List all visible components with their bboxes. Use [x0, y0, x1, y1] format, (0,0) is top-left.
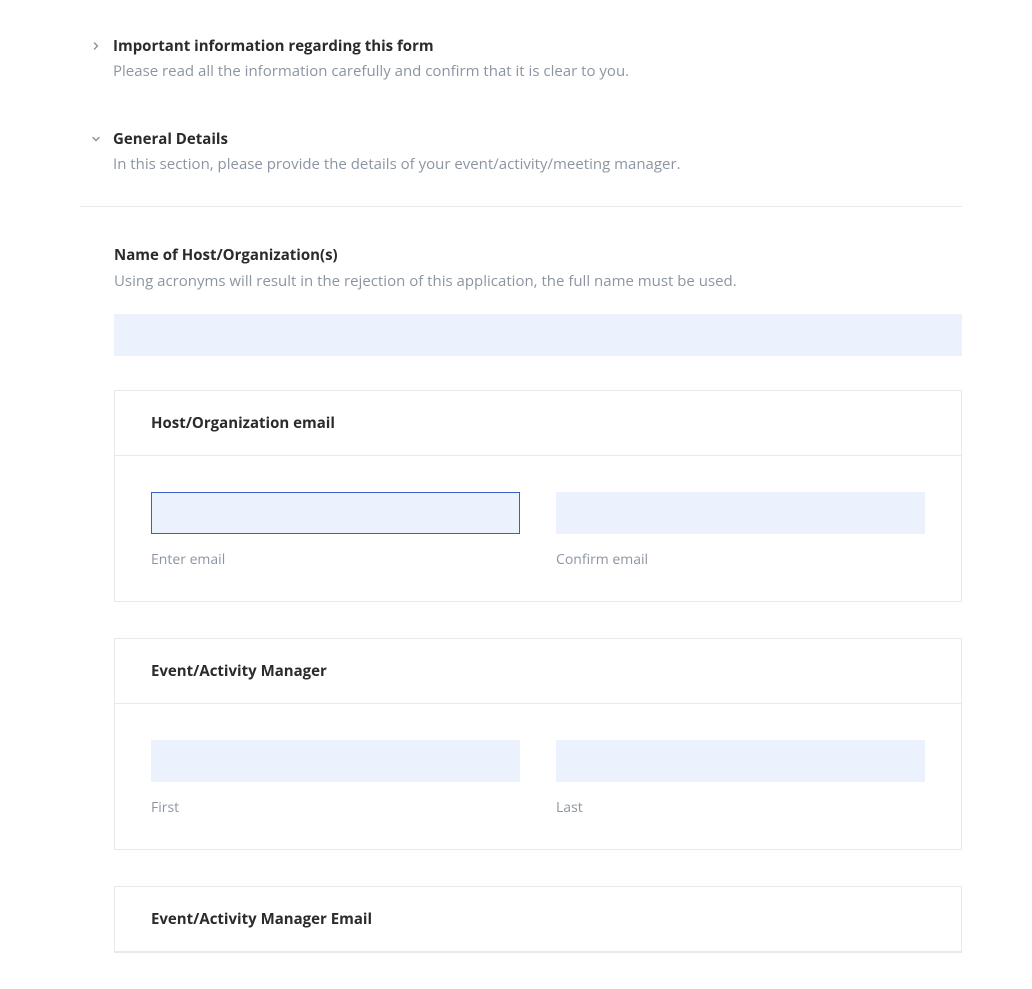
host-email-confirm-label: Confirm email [556, 550, 925, 569]
event-manager-last-input[interactable] [556, 740, 925, 782]
chevron-right-icon [90, 40, 102, 52]
important-info-desc: Please read all the information carefull… [113, 60, 962, 83]
host-organization-desc: Using acronyms will result in the reject… [114, 270, 962, 293]
event-manager-card: Event/Activity Manager First Last [114, 638, 962, 850]
important-info-title: Important information regarding this for… [113, 36, 962, 56]
event-manager-title: Event/Activity Manager [151, 661, 925, 681]
section-divider [80, 206, 962, 207]
host-organization-input[interactable] [114, 314, 962, 356]
host-email-enter-input[interactable] [151, 492, 520, 534]
general-details-title: General Details [113, 129, 962, 149]
section-important-info[interactable]: Important information regarding this for… [80, 36, 962, 83]
host-organization-title: Name of Host/Organization(s) [114, 245, 962, 266]
event-manager-first-label: First [151, 798, 520, 817]
event-manager-first-input[interactable] [151, 740, 520, 782]
host-email-enter-label: Enter email [151, 550, 520, 569]
host-email-confirm-input[interactable] [556, 492, 925, 534]
chevron-down-icon [90, 133, 102, 145]
host-organization-block: Name of Host/Organization(s) Using acron… [114, 245, 962, 357]
event-manager-last-label: Last [556, 798, 925, 817]
host-email-title: Host/Organization email [151, 413, 925, 433]
manager-email-title: Event/Activity Manager Email [151, 909, 925, 929]
section-general-details[interactable]: General Details In this section, please … [80, 129, 962, 176]
host-email-card: Host/Organization email Enter email Conf… [114, 390, 962, 602]
general-details-desc: In this section, please provide the deta… [113, 153, 962, 176]
manager-email-card: Event/Activity Manager Email [114, 886, 962, 953]
